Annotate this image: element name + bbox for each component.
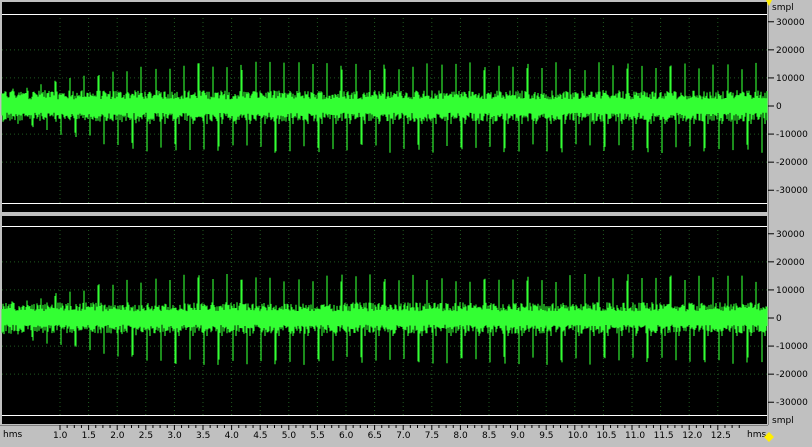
time-tick-label: 12.0 (682, 431, 702, 441)
waveform-display[interactable]: 30000 20000 10000 0 -10000 -20000 -30000 30000… (0, 0, 812, 447)
channel-divider[interactable] (0, 212, 768, 216)
time-tick-label: 6.5 (368, 431, 382, 441)
amplitude-tick-label: 0 (776, 314, 782, 324)
time-tick-label: 1.5 (82, 431, 96, 441)
time-tick-label: 3.0 (167, 431, 182, 441)
time-ruler[interactable]: 1.0 1.5 2.0 2.5 3.0 3.5 4.0 4.5 5.0 5.5 6.0 6.5 7.0 7… (0, 425, 812, 447)
time-tick-label: 11.5 (654, 431, 674, 441)
amplitude-tick-label: 20000 (776, 46, 805, 56)
time-tick-label: 10.0 (568, 431, 588, 441)
time-tick-label: 8.5 (482, 431, 496, 441)
time-tick-label: 12.5 (711, 431, 731, 441)
time-tick-label: 5.0 (282, 431, 297, 441)
amplitude-tick-label: 10000 (776, 74, 805, 84)
time-tick-label: 10.5 (596, 431, 616, 441)
amplitude-tick-label: -20000 (776, 370, 808, 380)
amplitude-unit-top: smpl (772, 3, 794, 13)
time-tick-label: 9.0 (511, 431, 526, 441)
amplitude-tick-label: -10000 (776, 130, 808, 140)
amplitude-tick-label: 10000 (776, 286, 805, 296)
amplitude-tick-label: -20000 (776, 158, 808, 168)
amplitude-tick-label: -30000 (776, 398, 808, 408)
amplitude-ruler: 30000 20000 10000 0 -10000 -20000 -30000 30000… (766, 0, 812, 426)
time-tick-label: 11.0 (625, 431, 645, 441)
amplitude-tick-label: -30000 (776, 186, 808, 196)
amplitude-tick-label: -10000 (776, 342, 808, 352)
amplitude-tick-label: 20000 (776, 258, 805, 268)
waveform-editor[interactable]: 30000 20000 10000 0 -10000 -20000 -30000 30000… (0, 0, 812, 447)
time-unit-left: hms (3, 430, 22, 440)
time-tick-label: 3.5 (196, 431, 210, 441)
channel-2-group[interactable] (1, 216, 768, 424)
time-unit-right: hms (747, 430, 766, 440)
time-tick-label: 2.0 (110, 431, 125, 441)
time-tick-label: 9.5 (539, 431, 553, 441)
amplitude-tick-label: 0 (776, 102, 782, 112)
time-tick-label: 7.0 (396, 431, 411, 441)
time-tick-label: 1.0 (53, 431, 68, 441)
time-tick-label: 5.5 (310, 431, 324, 441)
time-tick-label: 7.5 (425, 431, 439, 441)
time-tick-label: 4.5 (253, 431, 267, 441)
time-tick-label: 2.5 (139, 431, 153, 441)
time-tick-label: 4.0 (225, 431, 240, 441)
channel-1-group[interactable] (1, 2, 768, 212)
amplitude-unit-bottom: smpl (772, 416, 794, 426)
amplitude-tick-label: 30000 (776, 18, 805, 28)
time-tick-label: 8.0 (453, 431, 468, 441)
amplitude-tick-label: 30000 (776, 230, 805, 240)
time-tick-label: 6.0 (339, 431, 354, 441)
